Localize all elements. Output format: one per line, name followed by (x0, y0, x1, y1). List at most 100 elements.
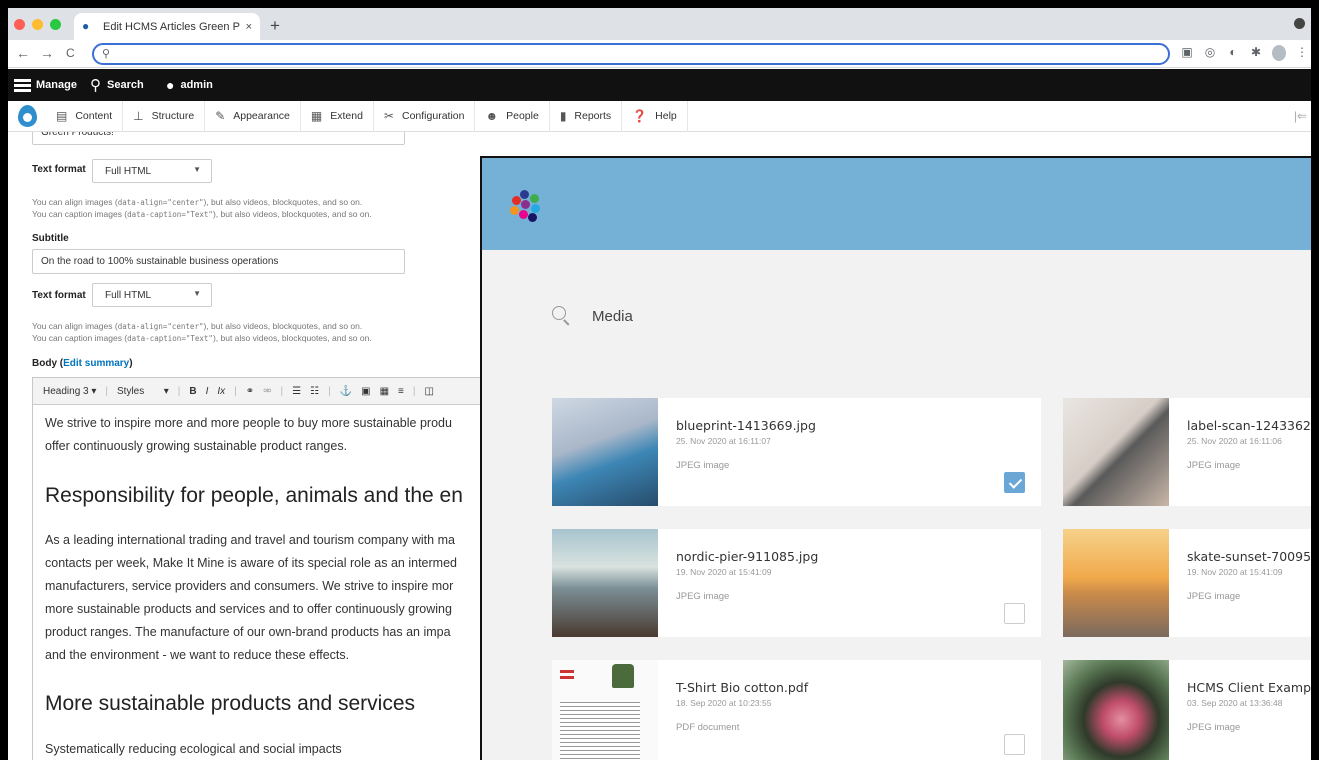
tray-item-structure[interactable]: ⊥ Structure (123, 100, 206, 132)
horizontal-rule-icon[interactable]: ≡ (398, 386, 404, 397)
search-icon: ⚲ (90, 77, 101, 94)
node-edit-form: Green Products! Text format Full HTML ▼ … (8, 132, 488, 760)
browser-tab[interactable]: ● Edit HCMS Articles Green Proc × (74, 13, 260, 40)
media-header (482, 158, 1311, 250)
media-select-checkbox[interactable] (1004, 603, 1025, 624)
privacy-extension-icon[interactable]: ◎ (1203, 45, 1217, 61)
drupal-logo[interactable] (8, 101, 46, 132)
media-date: 25. Nov 2020 at 16:11:06 (1187, 436, 1282, 446)
hcms-logo (510, 190, 540, 222)
paragraph-line: more sustainable products and services a… (45, 602, 452, 616)
media-search[interactable]: Media (552, 306, 633, 326)
reports-icon: ▮ (559, 109, 567, 123)
camera-extension-icon[interactable]: ▣ (1180, 45, 1194, 61)
tray-item-reports[interactable]: ▮ Reports (550, 100, 623, 132)
tray-item-content[interactable]: ▤ Content (46, 100, 124, 132)
format-help-align: You can align images (data-align="center… (32, 197, 363, 207)
subtitle-input[interactable]: On the road to 100% sustainable business… (32, 249, 405, 274)
search-label: Search (107, 79, 144, 91)
appearance-icon: ✎ (215, 109, 226, 123)
numbered-list-icon[interactable]: ☷ (310, 386, 319, 397)
maximize-window-button[interactable] (50, 19, 61, 30)
chevron-down-icon: ▼ (193, 165, 201, 174)
user-label: admin (180, 79, 213, 91)
text-format-label: Text format (32, 290, 86, 301)
media-type: JPEG image (676, 460, 730, 471)
media-name: skate-sunset-700953.jpg (1187, 549, 1311, 564)
reload-button[interactable]: C (66, 46, 75, 60)
media-item[interactable]: HCMS Client Example I 03. Sep 2020 at 13… (1063, 660, 1311, 760)
media-item[interactable]: skate-sunset-700953.jpg 19. Nov 2020 at … (1063, 529, 1311, 637)
browser-toolbar: ← → C ⚲ ▣ ◎ ◐ ✱ ⋮ (8, 40, 1311, 68)
window-controls (14, 19, 61, 30)
media-item[interactable]: label-scan-1243362.jpg 25. Nov 2020 at 1… (1063, 398, 1311, 506)
back-button[interactable]: ← (16, 45, 30, 61)
orientation-toggle-icon[interactable]: |⇐ (1294, 109, 1307, 123)
extend-icon: ▦ (310, 109, 323, 123)
media-thumbnail (552, 660, 658, 760)
tray-item-configuration[interactable]: ✂ Configuration (374, 100, 476, 132)
puzzle-icon[interactable]: ✱ (1249, 45, 1263, 61)
italic-button[interactable]: I (206, 386, 209, 397)
title-input[interactable]: Green Products! (32, 132, 405, 145)
tray-item-people[interactable]: ☻ People (475, 100, 550, 132)
media-name: label-scan-1243362.jpg (1187, 418, 1311, 433)
tray-item-extend[interactable]: ▦ Extend (301, 100, 374, 132)
unlink-icon[interactable]: ⚮ (263, 386, 271, 397)
user-button[interactable]: ● admin (166, 69, 213, 101)
forward-button[interactable]: → (40, 45, 54, 61)
body-editor[interactable]: Heading 3 ▾ | Styles ▾ | B I Ix | ⚭ ⚮ | … (32, 377, 488, 760)
menu-icon[interactable]: ⋮ (1295, 45, 1309, 61)
bold-button[interactable]: B (189, 386, 196, 397)
search-icon: ⚲ (102, 48, 111, 60)
source-icon[interactable]: ◫ (424, 386, 433, 397)
tray-item-help[interactable]: ❓ Help (622, 100, 688, 132)
table-icon[interactable]: ▦ (380, 386, 389, 397)
media-name: T-Shirt Bio cotton.pdf (676, 680, 809, 695)
media-item[interactable]: T-Shirt Bio cotton.pdf 18. Sep 2020 at 1… (552, 660, 1041, 760)
new-tab-button[interactable]: + (270, 16, 280, 36)
image-icon[interactable]: ▣ (361, 386, 370, 397)
close-tab-icon[interactable]: × (246, 21, 252, 33)
media-type: JPEG image (1187, 460, 1241, 471)
media-browser: Media blueprint-1413669.jpg 25. Nov 2020… (480, 156, 1311, 760)
paragraph-line: and the environment - we want to reduce … (45, 648, 350, 662)
bulleted-list-icon[interactable]: ☰ (292, 386, 301, 397)
text-format-select[interactable]: Full HTML ▼ (92, 283, 212, 307)
media-select-checkbox[interactable] (1004, 734, 1025, 755)
profile-avatar[interactable] (1272, 45, 1286, 61)
text-format-select[interactable]: Full HTML ▼ (92, 159, 212, 183)
manage-button[interactable]: Manage (14, 69, 77, 101)
styles-dropdown[interactable]: Styles ▾ (117, 386, 169, 397)
media-item[interactable]: blueprint-1413669.jpg 25. Nov 2020 at 16… (552, 398, 1041, 506)
tray-item-appearance[interactable]: ✎ Appearance (205, 100, 301, 132)
minimize-window-button[interactable] (32, 19, 43, 30)
edit-summary-link[interactable]: Edit summary (63, 358, 129, 369)
chevron-down-icon: ▼ (193, 289, 201, 298)
shield-extension-icon[interactable]: ◐ (1226, 45, 1240, 61)
hamburger-icon (14, 78, 31, 92)
browser-window: ● Edit HCMS Articles Green Proc × + ← → … (8, 8, 1311, 760)
link-icon[interactable]: ⚭ (246, 386, 254, 397)
format-help-caption: You can caption images (data-caption="Te… (32, 209, 372, 219)
close-window-button[interactable] (14, 19, 25, 30)
media-item[interactable]: nordic-pier-911085.jpg 19. Nov 2020 at 1… (552, 529, 1041, 637)
heading: More sustainable products and services (45, 692, 416, 715)
remove-format-button[interactable]: Ix (217, 386, 225, 397)
anchor-icon[interactable]: ⚓ (340, 386, 352, 397)
media-thumbnail (1063, 398, 1169, 506)
media-name: blueprint-1413669.jpg (676, 418, 816, 433)
extensions-area: ▣ ◎ ◐ ✱ ⋮ (1180, 45, 1309, 61)
media-name: HCMS Client Example I (1187, 680, 1311, 695)
people-icon: ☻ (485, 109, 499, 123)
paragraph-line: offer continuously growing sustainable p… (45, 439, 348, 453)
media-search-input[interactable]: Media (592, 308, 633, 325)
heading: Responsibility for people, animals and t… (45, 484, 463, 507)
address-bar[interactable]: ⚲ (92, 43, 1170, 65)
format-help-align: You can align images (data-align="center… (32, 321, 363, 331)
admin-tray: ▤ Content ⊥ Structure ✎ Appearance ▦ Extend … (8, 100, 1311, 132)
format-dropdown[interactable]: Heading 3 ▾ (43, 386, 96, 397)
media-select-checkbox[interactable] (1004, 472, 1025, 493)
search-button[interactable]: ⚲ Search (90, 69, 144, 101)
paragraph-line: contacts per week, Make It Mine is aware… (45, 556, 457, 570)
